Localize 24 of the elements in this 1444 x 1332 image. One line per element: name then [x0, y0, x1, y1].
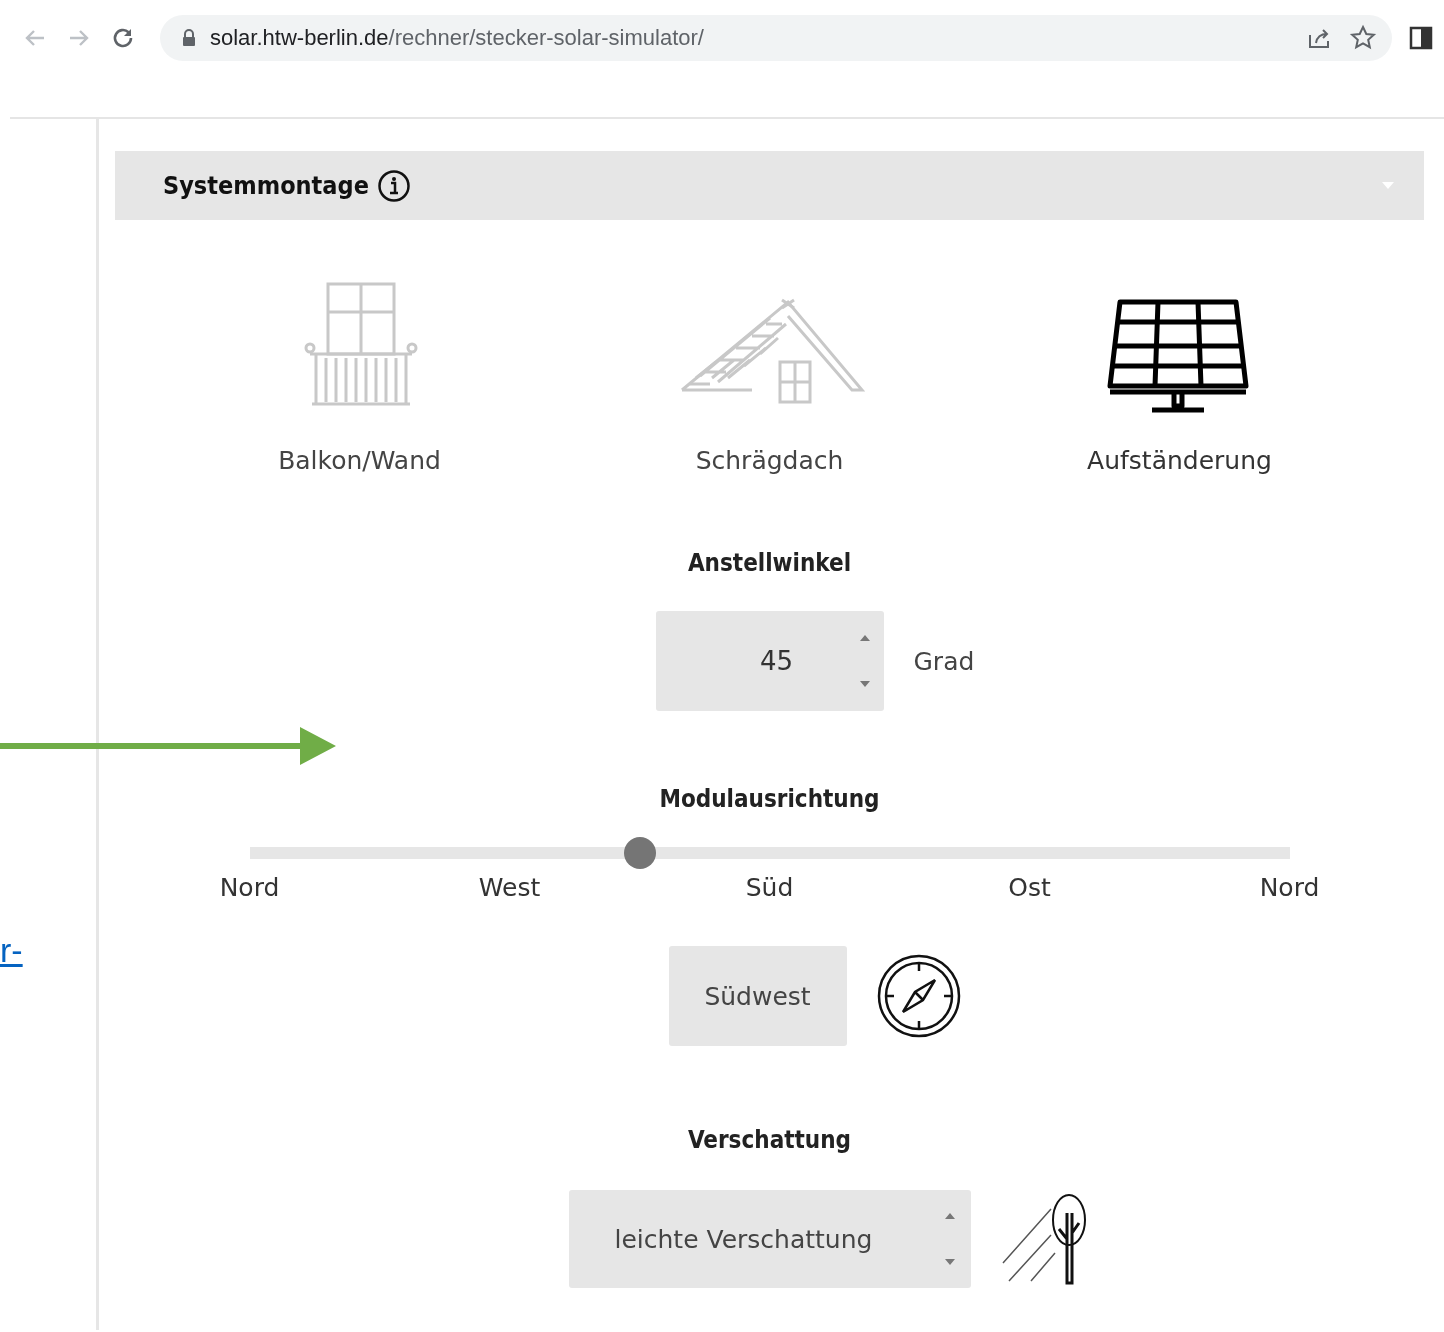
direction-button[interactable]: Südwest	[668, 946, 847, 1046]
select-field[interactable]: leichte Verschattung	[568, 1190, 971, 1288]
section-title: Systemmontage	[163, 171, 369, 200]
address-bar[interactable]: solar.htw-berlin.de/rechner/stecker-solar-simulator/	[160, 14, 1392, 61]
mount-option[interactable]: Aufständerung	[974, 282, 1385, 475]
slider-tick-label: Nord	[1258, 873, 1321, 902]
url-text: solar.htw-berlin.de/rechner/stecker-solar-simulator/	[210, 24, 705, 51]
slider-tick-label: Süd	[744, 873, 795, 902]
compass-icon	[876, 954, 961, 1038]
section-header[interactable]: Systemmontage	[115, 151, 1424, 220]
lock-icon	[182, 28, 196, 47]
field-label: Anstellwinkel	[686, 549, 853, 577]
slider-tick-label: Ost	[1007, 873, 1052, 902]
slider-tick-label: West	[477, 873, 542, 902]
slider-thumb[interactable]	[623, 837, 656, 869]
unit-label: Grad	[913, 646, 976, 676]
link[interactable]: r-	[0, 931, 23, 970]
field-label: Modulausrichtung	[658, 785, 881, 813]
slider-tick-label: Nord	[218, 873, 281, 902]
field-label: Verschattung	[686, 1126, 853, 1154]
info-icon[interactable]	[376, 168, 411, 203]
mount-option[interactable]: Schrägdach	[564, 282, 975, 475]
mount-option[interactable]: Balkon/Wand	[154, 282, 565, 475]
number-field[interactable]: 45	[655, 611, 884, 711]
